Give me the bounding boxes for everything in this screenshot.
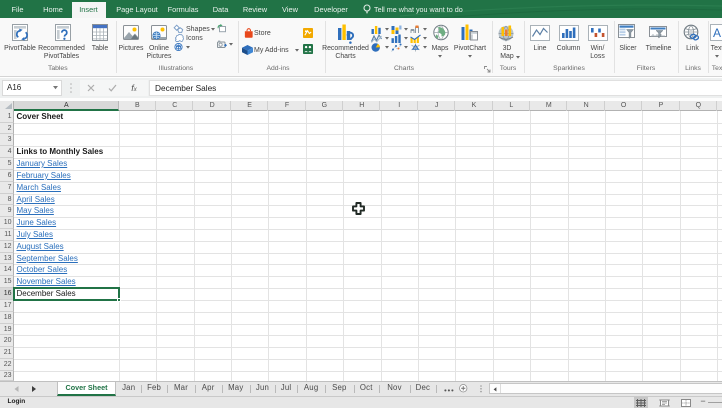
svg-text:A: A [713, 26, 721, 40]
